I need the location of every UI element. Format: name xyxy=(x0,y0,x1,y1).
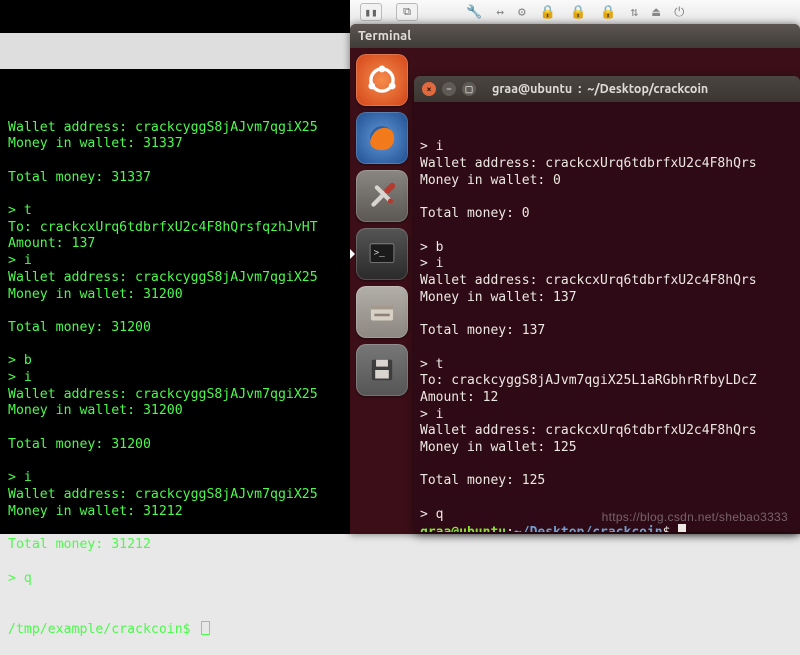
launcher-dash-icon[interactable] xyxy=(356,54,408,106)
network-icon[interactable]: ⇅ xyxy=(630,5,638,20)
watermark-text: https://blog.csdn.net/shebao3333 xyxy=(602,510,788,524)
cursor-icon xyxy=(201,621,210,635)
wrench-icon[interactable]: 🔧 xyxy=(466,5,482,20)
left-terminal-window[interactable]: Wallet address: crackcyggS8jAJvm7qgiX25 … xyxy=(0,0,350,534)
prompt-colon: : xyxy=(506,525,514,532)
mac-menubar: ▮▮ ⧉ 🔧 ↔ ⚙ 🔒 🔒 🔒 ⇅ ⏏ ⏻ xyxy=(350,0,800,24)
prompt-path: ~/Desktop/crackcoin xyxy=(514,525,663,532)
eject-icon[interactable]: ⏏ xyxy=(652,5,660,20)
launcher-terminal-icon[interactable]: >_ xyxy=(356,228,408,280)
prompt-user: graa@ubuntu xyxy=(420,525,506,532)
minimize-button[interactable]: – xyxy=(442,82,456,96)
terminal-title-user: graa@ubuntu xyxy=(492,82,572,96)
close-button[interactable]: × xyxy=(422,82,436,96)
vm-pause-button[interactable]: ▮▮ xyxy=(360,3,382,21)
ubuntu-titlebar[interactable]: Terminal xyxy=(350,24,800,48)
ubuntu-terminal-body[interactable]: > i Wallet address: crackcxUrq6tdbrfxU2c… xyxy=(414,102,800,532)
vm-view-button[interactable]: ⧉ xyxy=(396,3,418,21)
hdd-icon[interactable]: ⚙ xyxy=(518,5,526,20)
terminal-title-sep: : xyxy=(578,82,581,96)
ubuntu-terminal-window[interactable]: × – ▢ graa@ubuntu: ~/Desktop/crackcoin >… xyxy=(414,76,800,532)
left-terminal-prompt: /tmp/example/crackcoin$ xyxy=(8,622,199,637)
svg-text:>_: >_ xyxy=(374,248,386,259)
lock-icon[interactable]: 🔒 xyxy=(540,5,556,20)
ubuntu-terminal-output: > i Wallet address: crackcxUrq6tdbrfxU2c… xyxy=(420,139,794,523)
ubuntu-launcher: >_ xyxy=(352,48,412,402)
launcher-save-icon[interactable] xyxy=(356,344,408,396)
lock-icon[interactable]: 🔒 xyxy=(570,5,586,20)
cursor-icon xyxy=(678,524,686,532)
power-icon[interactable]: ⏻ xyxy=(674,5,684,20)
ubuntu-window-title: Terminal xyxy=(358,29,411,43)
left-terminal-titlebar[interactable] xyxy=(0,33,350,69)
lock-icon[interactable]: 🔒 xyxy=(600,5,616,20)
left-terminal-prompt-line[interactable]: /tmp/example/crackcoin$ xyxy=(8,621,346,639)
prompt-dollar: $ xyxy=(663,525,671,532)
launcher-settings-icon[interactable] xyxy=(356,170,408,222)
launcher-files-icon[interactable] xyxy=(356,286,408,338)
left-terminal-output: Wallet address: crackcyggS8jAJvm7qgiX25 … xyxy=(8,103,346,587)
maximize-button[interactable]: ▢ xyxy=(462,82,476,96)
launcher-firefox-icon[interactable] xyxy=(356,112,408,164)
resize-icon[interactable]: ↔ xyxy=(496,5,504,20)
ubuntu-terminal-titlebar[interactable]: × – ▢ graa@ubuntu: ~/Desktop/crackcoin xyxy=(414,76,800,102)
terminal-title-path: ~/Desktop/crackcoin xyxy=(587,82,708,96)
